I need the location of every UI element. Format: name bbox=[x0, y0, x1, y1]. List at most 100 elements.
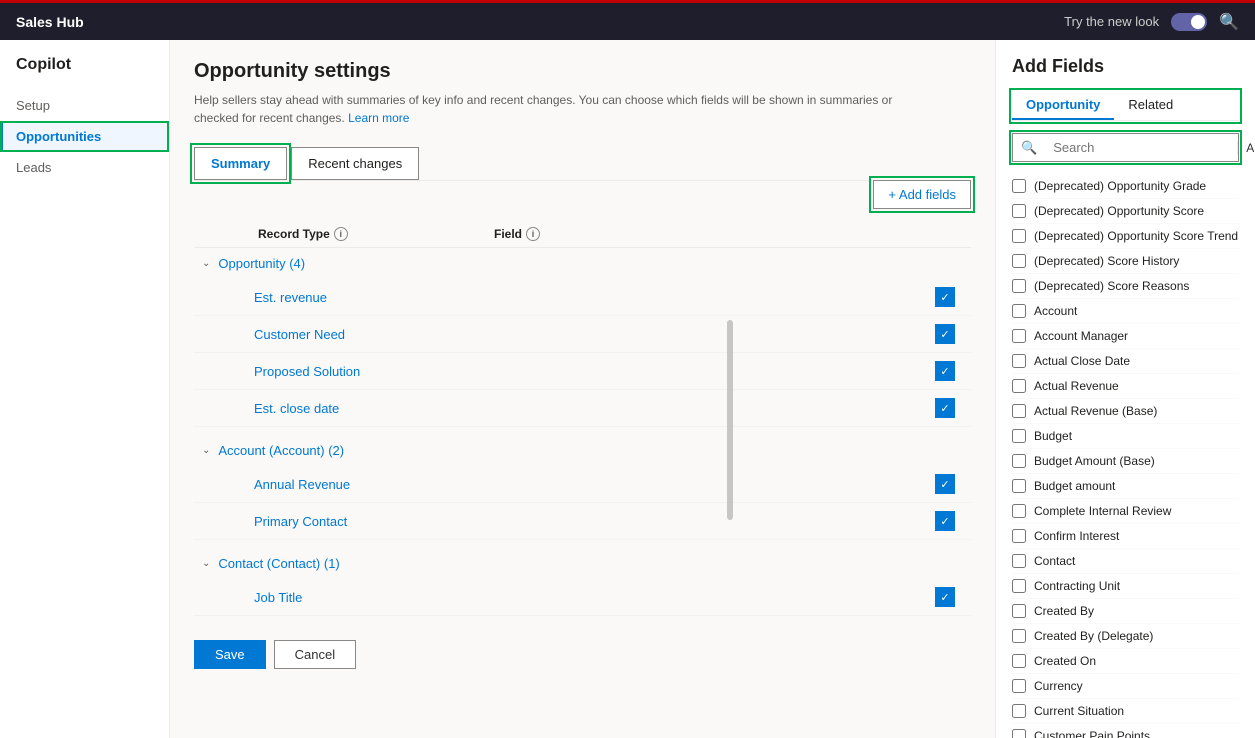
panel-tabs: Opportunity Related bbox=[1012, 91, 1239, 121]
add-fields-button[interactable]: + Add fields bbox=[873, 180, 971, 209]
field-primary-contact-label[interactable]: Primary Contact bbox=[254, 514, 935, 529]
field-checkbox-deprecated-score-trend[interactable] bbox=[1012, 229, 1026, 243]
sidebar-item-leads[interactable]: Leads bbox=[0, 152, 169, 183]
field-job-title-label[interactable]: Job Title bbox=[254, 590, 935, 605]
panel-search-container: 🔍 All ⌄ bbox=[1012, 133, 1239, 162]
field-label-deprecated-score-trend[interactable]: (Deprecated) Opportunity Score Trend bbox=[1034, 229, 1239, 243]
field-est-revenue-label[interactable]: Est. revenue bbox=[254, 290, 935, 305]
field-checkbox-deprecated-score-history[interactable] bbox=[1012, 254, 1026, 268]
field-label-account[interactable]: Account bbox=[1034, 304, 1239, 318]
field-checkbox-account-manager[interactable] bbox=[1012, 329, 1026, 343]
col-record-type-header: Record Type i bbox=[194, 227, 494, 241]
field-checkbox-current-situation[interactable] bbox=[1012, 704, 1026, 718]
field-job-title-checkbox[interactable]: ✓ bbox=[935, 587, 955, 607]
group-opportunity: ⌄ Opportunity (4) Est. revenue ✓ Custome… bbox=[194, 248, 971, 427]
field-info-icon[interactable]: i bbox=[526, 227, 540, 241]
field-checkbox-complete-internal-review[interactable] bbox=[1012, 504, 1026, 518]
field-label-deprecated-grade[interactable]: (Deprecated) Opportunity Grade bbox=[1034, 179, 1239, 193]
field-label-budget-amount-base[interactable]: Budget Amount (Base) bbox=[1034, 454, 1239, 468]
field-checkbox-deprecated-score-reasons[interactable] bbox=[1012, 279, 1026, 293]
field-checkbox-actual-revenue-base[interactable] bbox=[1012, 404, 1026, 418]
record-type-info-icon[interactable]: i bbox=[334, 227, 348, 241]
field-label-deprecated-score-history[interactable]: (Deprecated) Score History bbox=[1034, 254, 1239, 268]
field-checkbox-deprecated-score[interactable] bbox=[1012, 204, 1026, 218]
sidebar-item-leads-label: Leads bbox=[16, 160, 51, 175]
search-filter-dropdown[interactable]: All ⌄ bbox=[1237, 141, 1255, 155]
panel-field-item: (Deprecated) Score Reasons bbox=[1012, 274, 1239, 299]
field-label-confirm-interest[interactable]: Confirm Interest bbox=[1034, 529, 1239, 543]
panel-field-item: Contact bbox=[1012, 549, 1239, 574]
tab-recent-changes[interactable]: Recent changes bbox=[291, 147, 419, 180]
field-checkbox-budget-amount-base[interactable] bbox=[1012, 454, 1026, 468]
field-label-customer-pain-points[interactable]: Customer Pain Points bbox=[1034, 729, 1239, 738]
panel-field-item: Contracting Unit bbox=[1012, 574, 1239, 599]
field-label-contact[interactable]: Contact bbox=[1034, 554, 1239, 568]
field-checkbox-confirm-interest[interactable] bbox=[1012, 529, 1026, 543]
page-desc: Help sellers stay ahead with summaries o… bbox=[194, 91, 894, 127]
field-est-close-date-checkbox[interactable]: ✓ bbox=[935, 398, 955, 418]
scrollbar[interactable] bbox=[727, 320, 733, 520]
field-checkbox-contact[interactable] bbox=[1012, 554, 1026, 568]
panel-tab-opportunity[interactable]: Opportunity bbox=[1012, 91, 1114, 120]
panel-field-item: Customer Pain Points bbox=[1012, 724, 1239, 738]
field-checkbox-budget-amount[interactable] bbox=[1012, 479, 1026, 493]
field-label-actual-revenue[interactable]: Actual Revenue bbox=[1034, 379, 1239, 393]
top-nav: Sales Hub Try the new look 🔍 bbox=[0, 0, 1255, 40]
field-customer-need-label[interactable]: Customer Need bbox=[254, 327, 935, 342]
field-label-deprecated-score-reasons[interactable]: (Deprecated) Score Reasons bbox=[1034, 279, 1239, 293]
field-primary-contact-checkbox[interactable]: ✓ bbox=[935, 511, 955, 531]
sidebar: Copilot Setup Opportunities Leads bbox=[0, 40, 170, 738]
group-opportunity-header[interactable]: ⌄ Opportunity (4) bbox=[194, 248, 971, 279]
sidebar-item-opportunities[interactable]: Opportunities bbox=[0, 121, 169, 152]
field-label-currency[interactable]: Currency bbox=[1034, 679, 1239, 693]
field-label-created-on[interactable]: Created On bbox=[1034, 654, 1239, 668]
field-checkbox-budget[interactable] bbox=[1012, 429, 1026, 443]
search-icon[interactable]: 🔍 bbox=[1219, 12, 1239, 32]
save-button[interactable]: Save bbox=[194, 640, 266, 669]
field-annual-revenue-checkbox[interactable]: ✓ bbox=[935, 474, 955, 494]
field-checkbox-created-by[interactable] bbox=[1012, 604, 1026, 618]
field-label-budget-amount[interactable]: Budget amount bbox=[1034, 479, 1239, 493]
field-label-created-by-delegate[interactable]: Created By (Delegate) bbox=[1034, 629, 1239, 643]
field-checkbox-created-by-delegate[interactable] bbox=[1012, 629, 1026, 643]
field-label-deprecated-score[interactable]: (Deprecated) Opportunity Score bbox=[1034, 204, 1239, 218]
tab-summary[interactable]: Summary bbox=[194, 147, 287, 180]
group-contact-header[interactable]: ⌄ Contact (Contact) (1) bbox=[194, 548, 971, 579]
field-checkbox-deprecated-grade[interactable] bbox=[1012, 179, 1026, 193]
panel-field-item: Confirm Interest bbox=[1012, 524, 1239, 549]
cancel-button[interactable]: Cancel bbox=[274, 640, 356, 669]
field-checkbox-account[interactable] bbox=[1012, 304, 1026, 318]
learn-more-link[interactable]: Learn more bbox=[348, 111, 409, 125]
panel-field-item: Budget Amount (Base) bbox=[1012, 449, 1239, 474]
field-checkbox-contracting-unit[interactable] bbox=[1012, 579, 1026, 593]
field-label-contracting-unit[interactable]: Contracting Unit bbox=[1034, 579, 1239, 593]
field-label-actual-close-date[interactable]: Actual Close Date bbox=[1034, 354, 1239, 368]
field-label-complete-internal-review[interactable]: Complete Internal Review bbox=[1034, 504, 1239, 518]
new-look-toggle[interactable] bbox=[1171, 13, 1207, 31]
panel-field-item: (Deprecated) Score History bbox=[1012, 249, 1239, 274]
field-label-actual-revenue-base[interactable]: Actual Revenue (Base) bbox=[1034, 404, 1239, 418]
field-proposed-solution-checkbox[interactable]: ✓ bbox=[935, 361, 955, 381]
sidebar-item-setup[interactable]: Setup bbox=[0, 90, 169, 121]
field-proposed-solution-label[interactable]: Proposed Solution bbox=[254, 364, 935, 379]
field-checkbox-actual-close-date[interactable] bbox=[1012, 354, 1026, 368]
field-checkbox-customer-pain-points[interactable] bbox=[1012, 729, 1026, 738]
field-row-customer-need: Customer Need ✓ bbox=[194, 316, 971, 353]
tabs: Summary Recent changes bbox=[194, 147, 971, 181]
field-checkbox-created-on[interactable] bbox=[1012, 654, 1026, 668]
field-est-revenue-checkbox[interactable]: ✓ bbox=[935, 287, 955, 307]
field-label-budget[interactable]: Budget bbox=[1034, 429, 1239, 443]
field-label-account-manager[interactable]: Account Manager bbox=[1034, 329, 1239, 343]
field-label-current-situation[interactable]: Current Situation bbox=[1034, 704, 1239, 718]
search-input[interactable] bbox=[1045, 134, 1237, 161]
group-account-header[interactable]: ⌄ Account (Account) (2) bbox=[194, 435, 971, 466]
panel-tab-related[interactable]: Related bbox=[1114, 91, 1187, 120]
field-annual-revenue-label[interactable]: Annual Revenue bbox=[254, 477, 935, 492]
table-header: Record Type i Field i bbox=[194, 221, 971, 248]
field-checkbox-currency[interactable] bbox=[1012, 679, 1026, 693]
field-label-created-by[interactable]: Created By bbox=[1034, 604, 1239, 618]
panel-field-item: Actual Close Date bbox=[1012, 349, 1239, 374]
field-customer-need-checkbox[interactable]: ✓ bbox=[935, 324, 955, 344]
field-est-close-date-label[interactable]: Est. close date bbox=[254, 401, 935, 416]
field-checkbox-actual-revenue[interactable] bbox=[1012, 379, 1026, 393]
